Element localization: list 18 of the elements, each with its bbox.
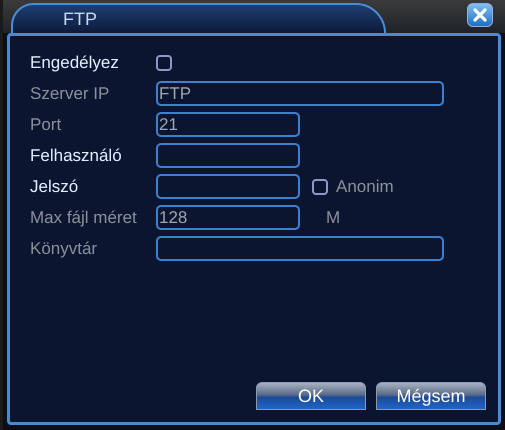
field-label: Max fájl méret xyxy=(30,208,138,228)
field-label: Port xyxy=(30,114,62,134)
checkbox[interactable] xyxy=(156,54,172,70)
field-label: Felhasználó xyxy=(30,146,123,166)
checkbox-label: Anonim xyxy=(336,176,394,196)
cancel-button[interactable]: Mégsem xyxy=(376,382,486,410)
close-icon xyxy=(473,8,487,22)
unit-label: M xyxy=(326,208,340,228)
field-label: Szerver IP xyxy=(30,84,110,104)
ok-button[interactable]: OK xyxy=(256,382,366,410)
input-field[interactable] xyxy=(156,236,444,261)
field-label: Könyvtár xyxy=(30,238,98,258)
input-field[interactable] xyxy=(156,143,300,168)
field-label: Jelszó xyxy=(30,176,80,196)
input-field[interactable] xyxy=(156,174,300,199)
field-label: Engedélyez xyxy=(30,52,120,72)
close-button[interactable] xyxy=(467,3,493,27)
window-title: FTP xyxy=(63,8,97,30)
